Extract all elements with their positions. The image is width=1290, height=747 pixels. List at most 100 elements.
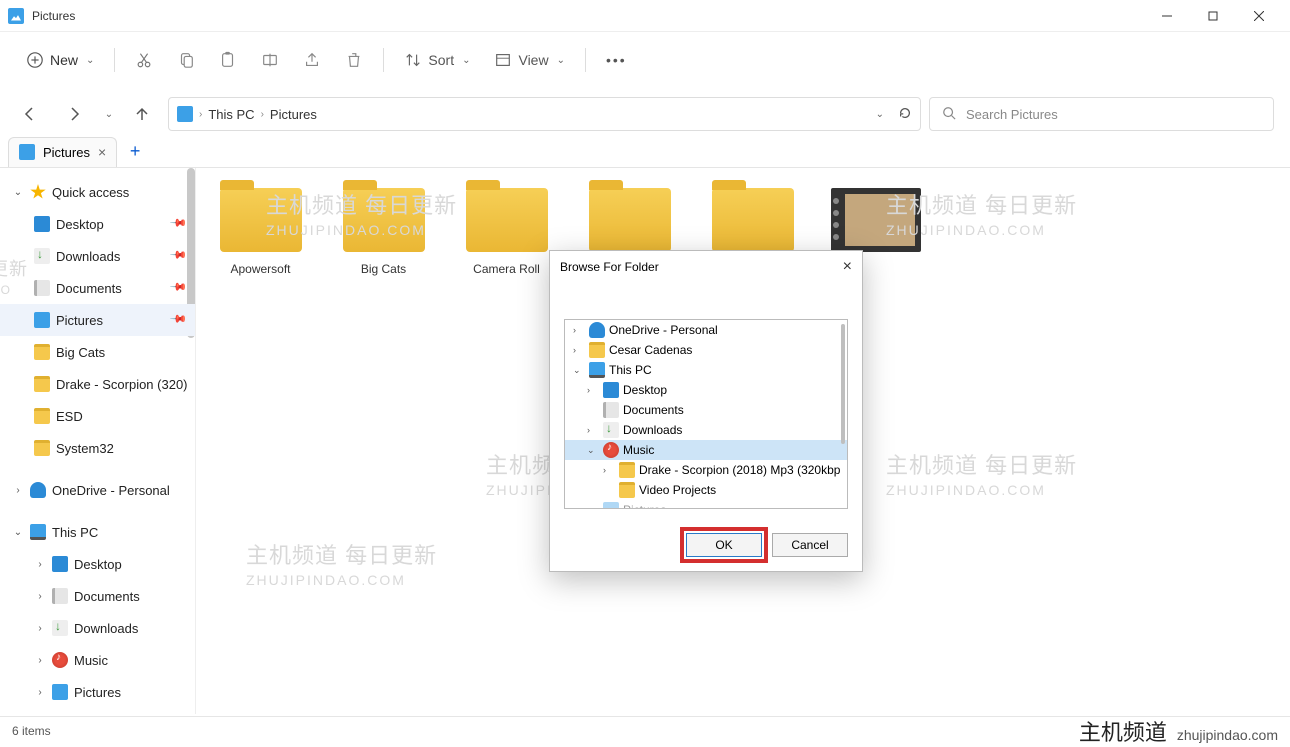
new-button[interactable]: New ⌄	[16, 42, 104, 78]
dialog-title: Browse For Folder	[560, 260, 659, 274]
tree-documents[interactable]: Documents	[565, 400, 847, 420]
tree-video[interactable]: Video Projects	[565, 480, 847, 500]
folder-icon	[34, 344, 50, 360]
chevron-right-icon: ›	[199, 109, 202, 120]
pin-icon: 📌	[169, 245, 191, 267]
sidebar-tp-music[interactable]: ›Music	[0, 644, 195, 676]
sidebar-onedrive[interactable]: ›OneDrive - Personal	[0, 474, 195, 506]
chevron-down-icon: ⌄	[462, 55, 470, 66]
folder-icon	[619, 462, 635, 478]
sidebar-thispc[interactable]: ⌄This PC	[0, 516, 195, 548]
copy-icon	[177, 51, 195, 69]
pictures-icon	[19, 144, 35, 160]
dialog-titlebar[interactable]: Browse For Folder ×	[550, 251, 862, 283]
copy-button[interactable]	[167, 42, 205, 78]
folder-icon	[619, 482, 635, 498]
video-thumbnail	[831, 188, 921, 252]
window-controls	[1144, 0, 1282, 32]
pictures-icon	[177, 106, 193, 122]
rename-button[interactable]	[251, 42, 289, 78]
nav-row: ⌄ › This PC › Pictures ⌄ Search Pictures	[0, 88, 1290, 132]
item-count: 6 items	[12, 724, 51, 738]
chevron-down-icon: ⌄	[86, 55, 94, 66]
folder-tree[interactable]: ›OneDrive - Personal ›Cesar Cadenas ⌄Thi…	[564, 319, 848, 509]
sidebar-tp-desktop[interactable]: ›Desktop	[0, 548, 195, 580]
tree-drake[interactable]: ›Drake - Scorpion (2018) Mp3 (320kbp	[565, 460, 847, 480]
folder-item[interactable]: Big Cats	[331, 188, 436, 276]
folder-icon	[343, 188, 425, 252]
cut-button[interactable]	[125, 42, 163, 78]
maximize-button[interactable]	[1190, 0, 1236, 32]
search-box[interactable]: Search Pictures	[929, 97, 1274, 131]
search-placeholder: Search Pictures	[966, 107, 1058, 122]
desktop-icon	[52, 556, 68, 572]
close-button[interactable]	[1236, 0, 1282, 32]
tree-desktop[interactable]: ›Desktop	[565, 380, 847, 400]
tree-downloads[interactable]: ›Downloads	[565, 420, 847, 440]
chevron-down-icon[interactable]: ⌄	[876, 109, 884, 120]
tree-thispc[interactable]: ⌄This PC	[565, 360, 847, 380]
music-icon	[603, 442, 619, 458]
pin-icon: 📌	[169, 309, 191, 331]
sort-button[interactable]: Sort ⌄	[394, 42, 480, 78]
sidebar-system32[interactable]: System32	[0, 432, 195, 464]
add-tab-button[interactable]: +	[121, 138, 149, 166]
watermark: 主机频道 每日更新ZHUJIPINDAO.COM	[246, 538, 437, 588]
delete-button[interactable]	[335, 42, 373, 78]
new-label: New	[50, 52, 78, 68]
search-icon	[942, 106, 956, 123]
folder-item[interactable]: Apowersoft	[208, 188, 313, 276]
share-button[interactable]	[293, 42, 331, 78]
rename-icon	[261, 51, 279, 69]
folder-icon	[712, 188, 794, 252]
sidebar-tp-downloads[interactable]: ›Downloads	[0, 612, 195, 644]
documents-icon	[603, 402, 619, 418]
refresh-button[interactable]	[898, 106, 912, 123]
sidebar-quick-access[interactable]: ⌄Quick access	[0, 176, 195, 208]
close-tab-button[interactable]: ×	[98, 144, 106, 160]
tree-onedrive[interactable]: ›OneDrive - Personal	[565, 320, 847, 340]
crumb-current[interactable]: Pictures	[270, 107, 317, 122]
cut-icon	[135, 51, 153, 69]
sidebar-esd[interactable]: ESD	[0, 400, 195, 432]
back-button[interactable]	[12, 96, 48, 132]
view-button[interactable]: View ⌄	[484, 42, 574, 78]
sidebar-drake[interactable]: Drake - Scorpion (320)	[0, 368, 195, 400]
chevron-down-icon: ⌄	[557, 55, 565, 66]
sidebar-documents[interactable]: Documents📌	[0, 272, 195, 304]
sidebar-downloads[interactable]: Downloads📌	[0, 240, 195, 272]
tree-pictures-cut[interactable]: ›Pictures	[565, 500, 847, 509]
recent-dropdown[interactable]: ⌄	[100, 96, 116, 132]
crumb-root[interactable]: This PC	[208, 107, 254, 122]
status-bar: 6 items 主机频道 zhujipindao.com	[0, 716, 1290, 744]
forward-button[interactable]	[56, 96, 92, 132]
ok-button[interactable]: OK	[686, 533, 762, 557]
scrollbar[interactable]	[841, 324, 845, 444]
minimize-button[interactable]	[1144, 0, 1190, 32]
sidebar-tp-pictures[interactable]: ›Pictures	[0, 676, 195, 708]
paste-button[interactable]	[209, 42, 247, 78]
watermark: 主机频道 每日更新ZHUJIPINDAO.COM	[886, 448, 1077, 498]
plus-circle-icon	[26, 51, 44, 69]
address-bar[interactable]: › This PC › Pictures ⌄	[168, 97, 921, 131]
toolbar: New ⌄ Sort ⌄ View ⌄ •••	[0, 32, 1290, 88]
window-title: Pictures	[32, 9, 75, 23]
more-button[interactable]: •••	[596, 42, 637, 78]
tree-user[interactable]: ›Cesar Cadenas	[565, 340, 847, 360]
app-icon	[8, 8, 24, 24]
trash-icon	[345, 51, 363, 69]
up-button[interactable]	[124, 96, 160, 132]
sidebar-bigcats[interactable]: Big Cats	[0, 336, 195, 368]
sidebar-pictures[interactable]: Pictures📌	[0, 304, 195, 336]
close-icon[interactable]: ×	[843, 258, 852, 276]
desktop-icon	[603, 382, 619, 398]
cancel-button[interactable]: Cancel	[772, 533, 848, 557]
tab-pictures[interactable]: Pictures ×	[8, 137, 117, 167]
paste-icon	[219, 51, 237, 69]
tree-music[interactable]: ⌄Music	[565, 440, 847, 460]
sidebar-desktop[interactable]: Desktop📌	[0, 208, 195, 240]
folder-item[interactable]: Camera Roll	[454, 188, 559, 276]
sidebar-tp-documents[interactable]: ›Documents	[0, 580, 195, 612]
sort-icon	[404, 51, 422, 69]
documents-icon	[34, 280, 50, 296]
